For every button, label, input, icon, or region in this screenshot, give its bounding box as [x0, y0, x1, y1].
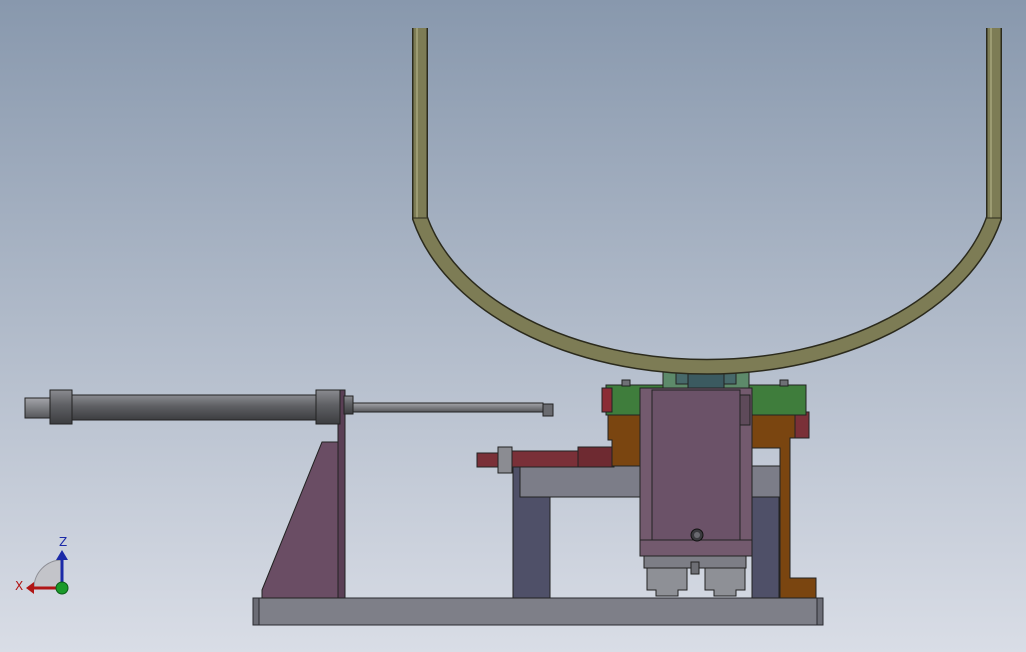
assembly-view[interactable]: Z X [0, 0, 1026, 652]
z-axis-label: Z [59, 535, 67, 549]
cad-viewport[interactable]: Z X [0, 0, 1026, 652]
center-housing[interactable] [639, 387, 753, 557]
base-plate[interactable] [252, 597, 824, 626]
pneumatic-cylinder[interactable] [24, 389, 354, 425]
x-axis-label: X [15, 579, 23, 593]
y-axis-icon [55, 581, 69, 595]
